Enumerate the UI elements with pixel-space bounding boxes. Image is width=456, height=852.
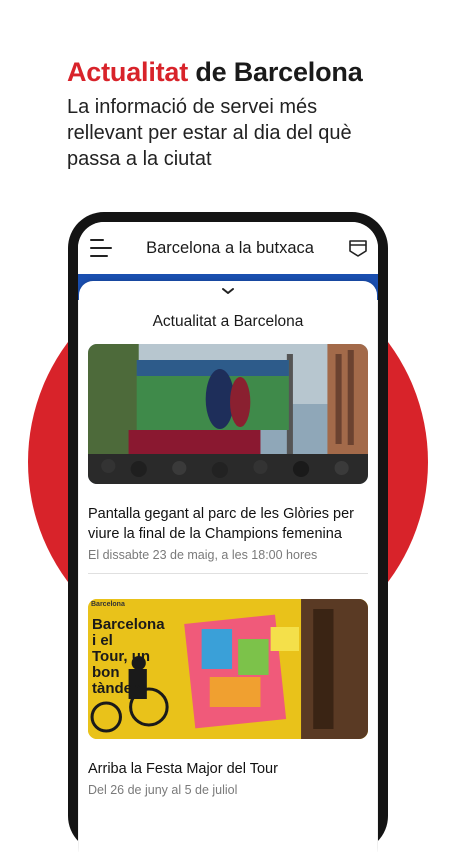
promo-subtitle: La informació de servei més rellevant pe… (67, 96, 352, 170)
app-header: Barcelona a la butxaca (78, 222, 378, 274)
news-bottom-sheet: Actualitat a Barcelona Pantalla gegant a… (79, 281, 377, 852)
news-card[interactable]: Pantalla gegant al parc de les Glòries p… (88, 344, 368, 574)
promo-title-rest: de Barcelona (195, 57, 363, 87)
promo-title-accent: Actualitat (67, 57, 189, 87)
hamburger-menu-icon[interactable] (90, 239, 112, 257)
phone-screen: Barcelona a la butxaca Actualitat a Barc… (78, 222, 378, 852)
news-title[interactable]: Arriba la Festa Major del Tour (88, 759, 368, 779)
news-image (88, 344, 368, 484)
news-date: Del 26 de juny al 5 de juliol (88, 783, 238, 797)
news-date: El dissabte 23 de maig, a les 18:00 hore… (88, 548, 318, 562)
phone-frame: Barcelona a la butxaca Actualitat a Barc… (68, 212, 388, 852)
image-headline-text: Barcelona i el Tour, un bon tàndem (92, 616, 165, 697)
chevron-down-icon[interactable] (220, 286, 236, 296)
sheet-title: Actualitat a Barcelona (152, 313, 304, 330)
news-image: Barcelona Barcelona i el Tour, un bon tà… (88, 599, 368, 739)
news-title[interactable]: Pantalla gegant al parc de les Glòries p… (88, 504, 368, 544)
bookmark-ticket-icon[interactable] (348, 238, 368, 258)
image-brand-text: Barcelona (91, 601, 125, 608)
news-card[interactable]: Barcelona Barcelona i el Tour, un bon tà… (88, 599, 368, 797)
news-divider (88, 573, 368, 574)
promo-title: Actualitat de Barcelona (67, 57, 363, 88)
app-title: Barcelona a la butxaca (146, 238, 314, 257)
